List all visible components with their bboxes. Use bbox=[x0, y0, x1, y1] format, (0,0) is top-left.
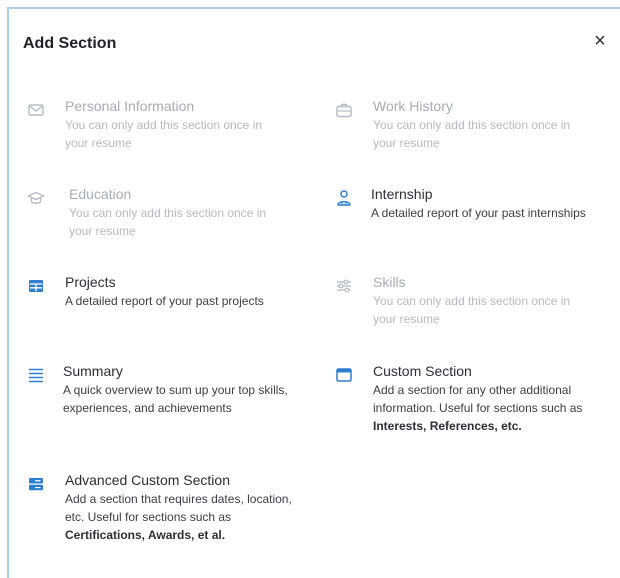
user-group-icon bbox=[337, 190, 351, 206]
briefcase-icon bbox=[336, 103, 352, 118]
section-description: Add a section for any other additional i… bbox=[373, 383, 583, 433]
section-description: A detailed report of your past internshi… bbox=[371, 206, 586, 220]
dialog-title: Add Section bbox=[23, 35, 117, 52]
section-name: Skills bbox=[373, 274, 406, 290]
sliders-icon bbox=[337, 279, 351, 293]
section-name: Internship bbox=[371, 186, 433, 202]
section-name: Summary bbox=[63, 363, 123, 379]
section-name: Personal Information bbox=[65, 98, 195, 114]
graduation-cap-icon bbox=[27, 191, 45, 204]
section-name: Projects bbox=[65, 274, 116, 290]
add-section-dialog: Add Section × Personal Information You c… bbox=[7, 7, 620, 578]
section-description: You can only add this section once in yo… bbox=[373, 118, 571, 150]
section-description: You can only add this section once in yo… bbox=[65, 118, 263, 150]
section-name: Advanced Custom Section bbox=[65, 472, 230, 488]
close-icon[interactable]: × bbox=[590, 31, 610, 51]
section-description: You can only add this section once in yo… bbox=[69, 206, 267, 238]
align-lines-icon bbox=[29, 368, 43, 383]
section-examples: Certifications, Awards, et al. bbox=[65, 528, 226, 542]
table-icon bbox=[29, 280, 43, 292]
section-name: Education bbox=[69, 186, 132, 202]
section-description: Add a section that requires dates, locat… bbox=[65, 492, 292, 542]
server-icon bbox=[29, 478, 43, 491]
envelope-icon bbox=[28, 104, 44, 116]
section-description: You can only add this section once in yo… bbox=[373, 294, 571, 326]
section-description: A quick overview to sum up your top skil… bbox=[63, 383, 288, 415]
section-name: Work History bbox=[373, 98, 453, 114]
section-examples: Interests, References, etc. bbox=[373, 419, 522, 433]
window-icon bbox=[336, 368, 352, 382]
section-name: Custom Section bbox=[373, 363, 472, 379]
section-description: A detailed report of your past projects bbox=[65, 294, 264, 308]
